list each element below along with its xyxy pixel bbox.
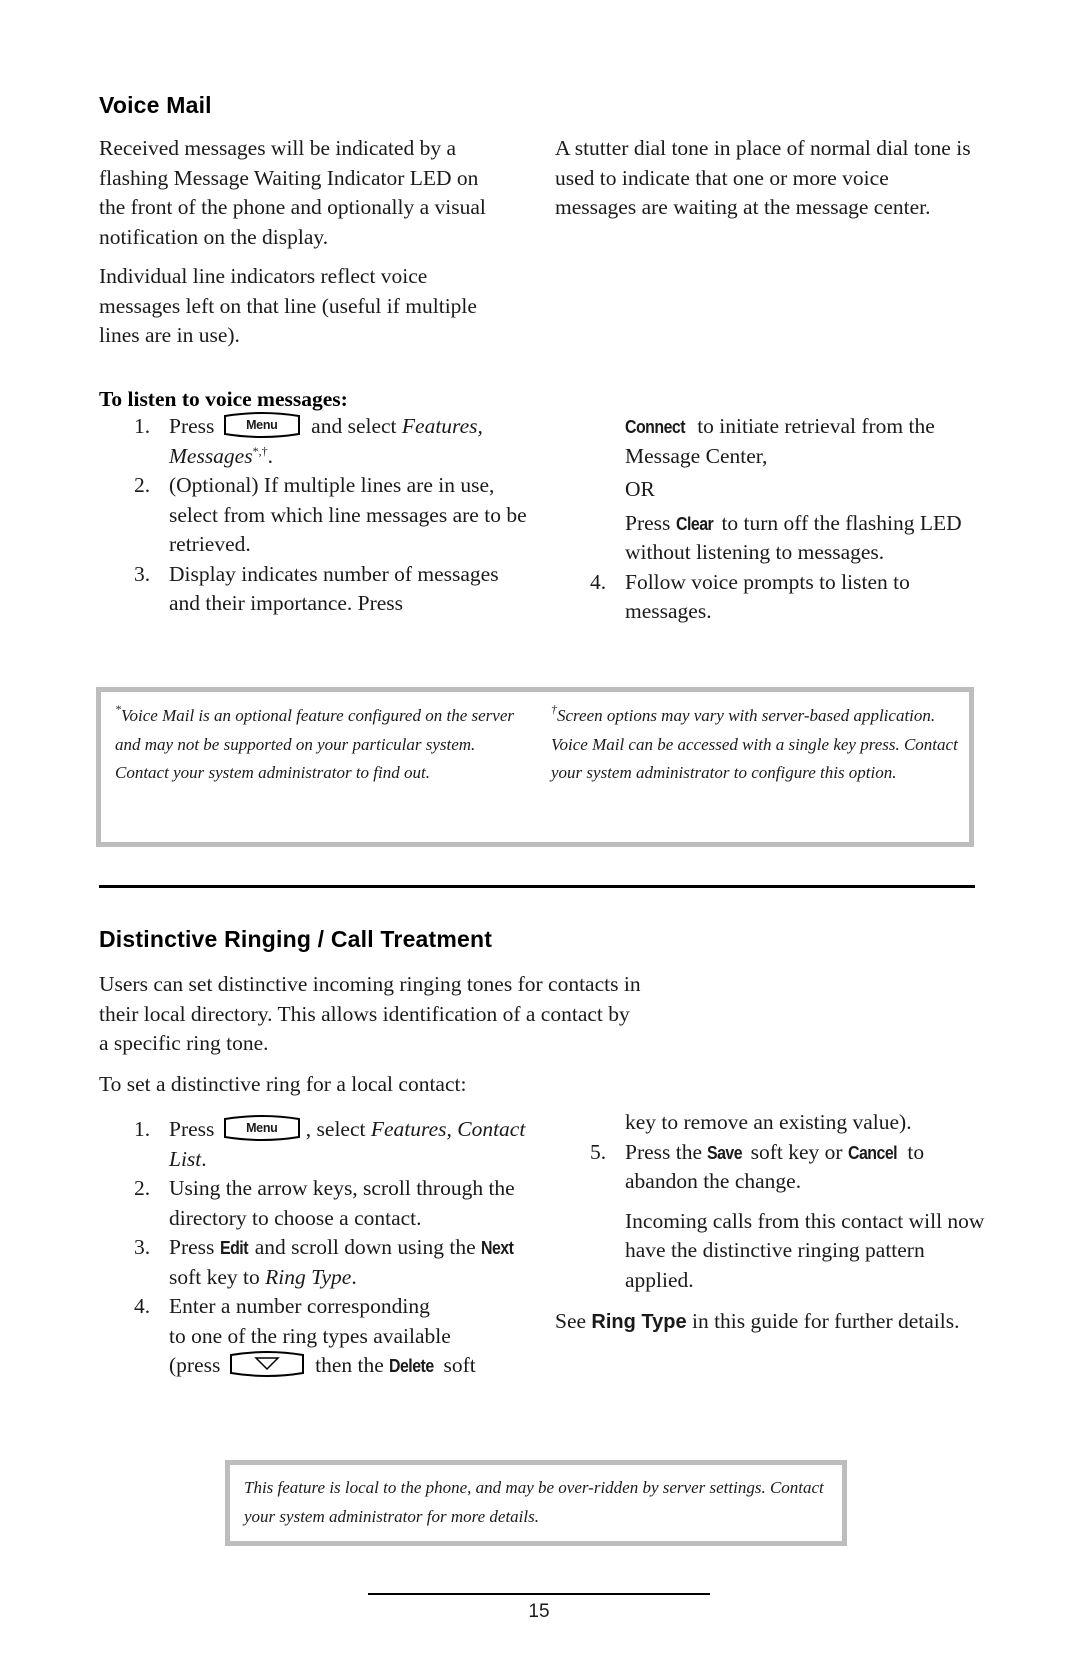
distinctive-ringing-heading: Distinctive Ringing / Call Treatment — [99, 926, 493, 952]
footnote-voice-mail-optional: *Voice Mail is an optional feature confi… — [115, 702, 515, 788]
step-text: Display indicates number of messages and… — [169, 561, 499, 616]
listen-step-4: 4. Follow voice prompts to listen to mes… — [555, 568, 985, 627]
step-text: Press — [169, 1117, 215, 1141]
step-text: soft key or — [750, 1139, 843, 1164]
step-text: Using the arrow keys, scroll through the… — [169, 1176, 515, 1230]
result-text: Incoming calls from this contact will no… — [625, 1208, 985, 1292]
ring-step-4: 4. Enter a number corresponding to one of… — [99, 1292, 539, 1381]
see-text: See — [555, 1309, 587, 1333]
listen-step-2: 2. (Optional) If multiple lines are in u… — [99, 471, 529, 560]
connect-key-label: Connect — [625, 416, 686, 437]
period: . — [351, 1264, 357, 1289]
ring-step-5: 5. Press the Save soft key or Cancel to … — [555, 1138, 985, 1197]
delete-key-label: Delete — [389, 1355, 434, 1376]
field-name: Ring Type — [265, 1264, 352, 1289]
ring-step-2: 2. Using the arrow keys, scroll through … — [99, 1174, 539, 1233]
listen-steps-left: 1. Press Menu and select Features, Messa… — [99, 412, 529, 619]
page-number: 15 — [528, 1601, 550, 1622]
step-text: Press — [169, 1235, 215, 1259]
footnote-marks: *,† — [252, 443, 268, 458]
ring-step-3: 3. Press Edit and scroll down using the … — [99, 1233, 539, 1292]
ring-type-reference: Ring Type — [591, 1311, 687, 1333]
ring-steps-right: key to remove an existing value). 5. Pre… — [555, 1108, 985, 1338]
see-text: in this guide for further details. — [691, 1309, 960, 1333]
or-text: OR — [625, 477, 655, 501]
period: . — [201, 1146, 207, 1171]
voice-mail-intro-left: Received messages will be indicated by a… — [99, 134, 509, 351]
menu-key-icon: Menu — [222, 1115, 302, 1141]
voice-mail-footnotes-box: *Voice Mail is an optional feature confi… — [96, 687, 974, 847]
footer-rule — [368, 1593, 710, 1595]
distinctive-lead: To set a distinctive ring for a local co… — [99, 1072, 467, 1096]
step-number: 5. — [590, 1139, 607, 1164]
step-number: 3. — [134, 1235, 151, 1259]
clear-instruction: Press Clear to turn off the flashing LED… — [625, 509, 985, 568]
save-key-label: Save — [707, 1141, 743, 1163]
step-text: Press the — [625, 1139, 703, 1164]
listen-step-3: 3. Display indicates number of messages … — [99, 560, 529, 619]
step-text: then the — [315, 1353, 384, 1377]
local-feature-note-box: This feature is local to the phone, and … — [225, 1460, 847, 1546]
step-number: 4. — [590, 569, 607, 594]
listen-step-3-continued: Connect to initiate retrieval from the M… — [555, 412, 985, 568]
footnote-text: Voice Mail is an optional feature config… — [115, 706, 514, 782]
intro-paragraph-2: Individual line indicators reflect voice… — [99, 264, 477, 347]
section-divider — [99, 885, 975, 888]
voice-mail-intro-right: A stutter dial tone in place of normal d… — [555, 134, 975, 223]
see-also: See Ring Type in this guide for further … — [555, 1307, 985, 1338]
down-arrow-key-icon — [228, 1351, 306, 1377]
step-number: 1. — [134, 1117, 151, 1141]
step-text: and scroll down using the — [254, 1235, 476, 1259]
listen-steps-right: Connect to initiate retrieval from the M… — [555, 412, 985, 627]
step-number: 3. — [134, 561, 151, 586]
intro-paragraph-1: Received messages will be indicated by a… — [99, 136, 486, 249]
step-text: , select — [305, 1117, 366, 1141]
period: . — [267, 443, 273, 468]
ring-step-4-continued: key to remove an existing value). — [555, 1108, 985, 1138]
edit-key-label: Edit — [219, 1237, 248, 1258]
step-text: Press — [625, 510, 671, 535]
next-key-label: Next — [481, 1237, 514, 1258]
step-number: 2. — [134, 473, 151, 497]
step-number: 2. — [134, 1176, 151, 1200]
step-text: (Optional) If multiple lines are in use,… — [169, 473, 527, 556]
step-text: Follow voice prompts to listen to messag… — [625, 569, 910, 624]
step-number: 1. — [134, 414, 151, 438]
step-text: Press — [169, 414, 215, 438]
step-text: and select — [311, 414, 397, 438]
step-number: 4. — [134, 1294, 151, 1318]
listen-step-1: 1. Press Menu and select Features, Messa… — [99, 412, 529, 471]
menu-key-icon: Menu — [222, 412, 302, 438]
stutter-tone-paragraph: A stutter dial tone in place of normal d… — [555, 136, 971, 219]
clear-key-label: Clear — [675, 512, 714, 534]
voice-mail-heading: Voice Mail — [99, 92, 212, 118]
local-feature-note: This feature is local to the phone, and … — [244, 1478, 824, 1526]
ring-steps-left: 1. Press Menu , select Features, Contact… — [99, 1115, 539, 1381]
menu-key-label: Menu — [246, 418, 278, 432]
menu-key-label: Menu — [246, 1121, 278, 1135]
footnote-screen-options: †Screen options may vary with server-bas… — [551, 702, 961, 788]
footnote-text: Screen options may vary with server-base… — [551, 706, 958, 782]
ring-result: Incoming calls from this contact will no… — [555, 1207, 985, 1296]
step-text: soft key to — [169, 1264, 260, 1289]
distinctive-intro: Users can set distinctive incoming ringi… — [99, 972, 641, 1055]
cancel-key-label: Cancel — [847, 1141, 898, 1163]
step-text: key to remove an existing value). — [625, 1110, 912, 1134]
ring-step-1: 1. Press Menu , select Features, Contact… — [99, 1115, 539, 1174]
step-text: soft — [443, 1353, 476, 1377]
